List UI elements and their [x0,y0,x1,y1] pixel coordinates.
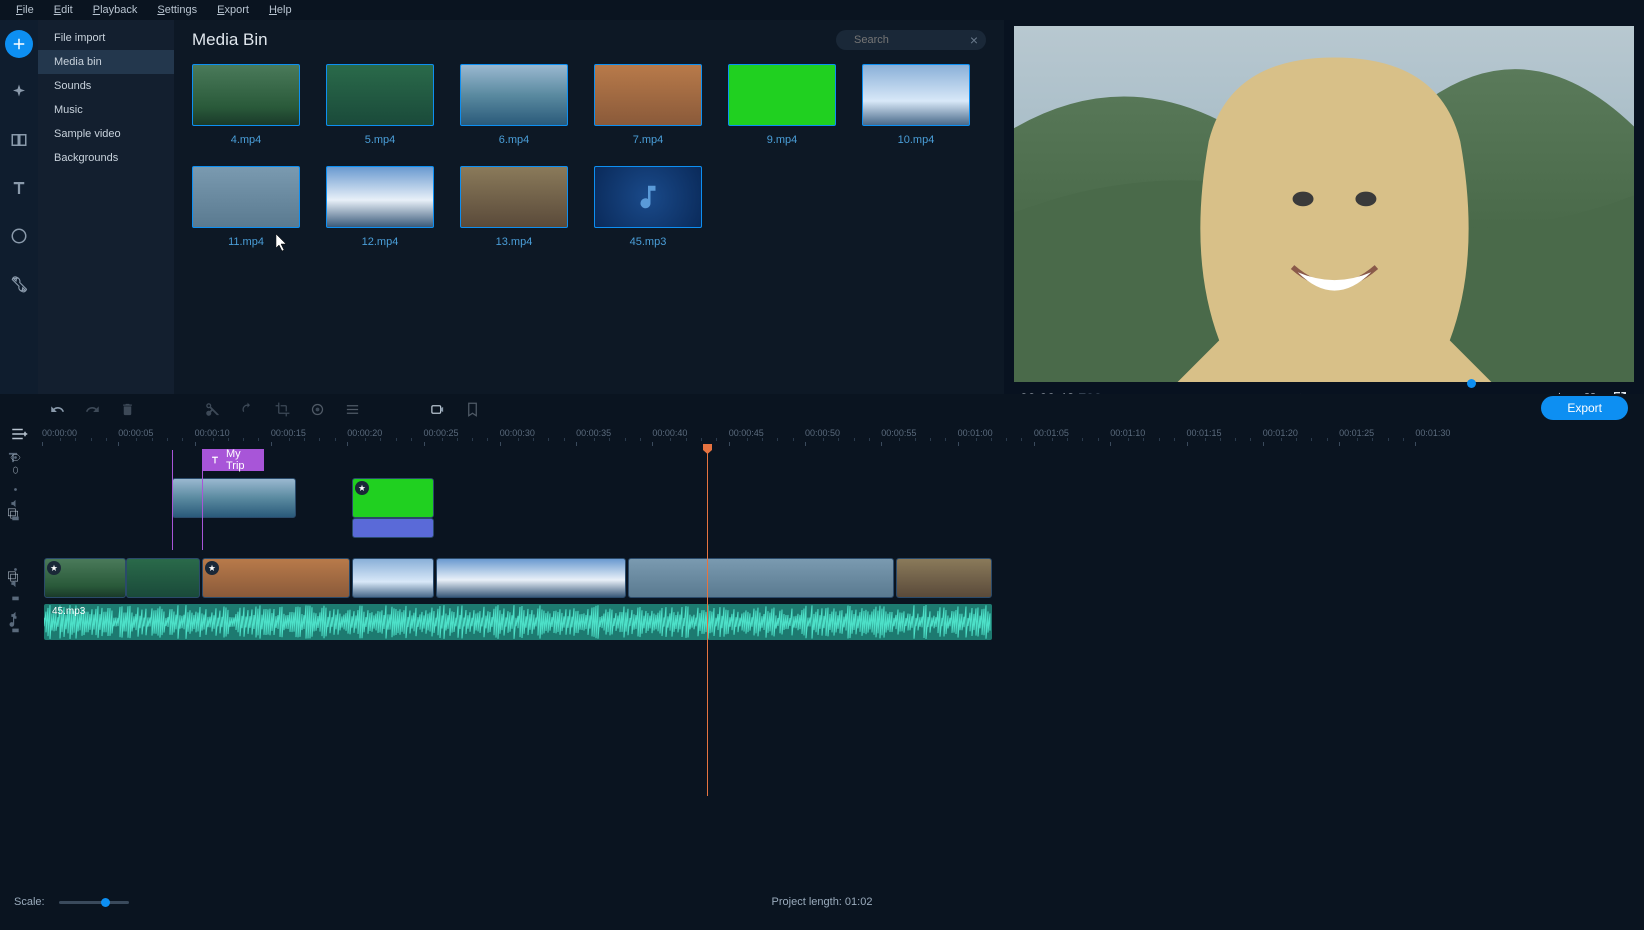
project-length: Project length: 01:02 [772,896,873,908]
thumb-7[interactable]: 7.mp4 [594,64,702,146]
playhead[interactable] [707,446,708,796]
sidebar-item-file-import[interactable]: File import [38,26,174,50]
sidebar-item-media-bin[interactable]: Media bin [38,50,174,74]
thumb-4[interactable]: 4.mp4 [192,64,300,146]
record-icon[interactable] [430,402,445,417]
video-clip-7[interactable] [896,558,992,598]
thumb-12[interactable]: 12.mp4 [326,166,434,248]
rotate-icon[interactable] [240,402,255,417]
overlay-clip-2[interactable] [352,478,434,518]
cut-icon[interactable] [205,402,220,417]
timeline-ruler[interactable]: 00:00:0000:00:0500:00:1000:00:1500:00:20… [42,424,1644,442]
overlay-clip-1[interactable] [172,478,296,518]
scale-label: Scale: [14,896,45,908]
timeline-toolbar: Export [0,394,1644,424]
sidebar-item-sounds[interactable]: Sounds [38,74,174,98]
thumb-5[interactable]: 5.mp4 [326,64,434,146]
video-clip-4[interactable] [352,558,434,598]
rail-import-icon[interactable] [5,30,33,58]
thumb-9[interactable]: 9.mp4 [728,64,836,146]
marker-icon[interactable] [465,402,480,417]
sidebar: File import Media bin Sounds Music Sampl… [38,20,174,394]
media-grid: 4.mp4 5.mp4 6.mp4 7.mp4 9.mp4 10.mp4 11.… [192,64,986,248]
menu-export[interactable]: Export [207,2,259,18]
menu-help[interactable]: Help [259,2,302,18]
redo-icon[interactable] [85,402,100,417]
sidebar-item-sample-video[interactable]: Sample video [38,122,174,146]
video-track[interactable] [42,558,1644,600]
star-icon [355,481,369,495]
audio-track[interactable]: 45.mp3 [42,604,1644,644]
bottom-bar: Scale: Project length: 01:02 [0,890,1644,914]
properties-icon[interactable] [345,402,360,417]
timeline: 00:00:0000:00:0500:00:1000:00:1500:00:20… [0,424,1644,914]
menu-edit[interactable]: Edit [44,2,83,18]
video-clip-3[interactable] [202,558,350,598]
cursor-icon [276,234,290,252]
panel-title: Media Bin [192,30,268,50]
thumb-10[interactable]: 10.mp4 [862,64,970,146]
delete-icon[interactable] [120,402,135,417]
sidebar-item-music[interactable]: Music [38,98,174,122]
preview-screen[interactable] [1014,26,1634,382]
thumb-6[interactable]: 6.mp4 [460,64,568,146]
tool-rail [0,20,38,394]
scale-slider[interactable] [59,901,129,904]
video-clip-1[interactable] [44,558,126,598]
title-track[interactable]: My Trip [42,446,1644,474]
title-clip[interactable]: My Trip [202,449,264,471]
menu-settings[interactable]: Settings [147,2,207,18]
menubar: File Edit Playback Settings Export Help [0,0,1644,20]
undo-icon[interactable] [50,402,65,417]
export-button[interactable]: Export [1541,396,1628,420]
overlay-clip-2-audio[interactable] [352,518,434,538]
video-clip-2[interactable] [126,558,200,598]
crop-icon[interactable] [275,402,290,417]
media-panel: Media Bin × 4.mp4 5.mp4 6.mp4 7.mp4 9.mp… [174,20,1004,394]
preview-panel: 00:00:43.700 16:9 ⌄ [1004,20,1644,394]
thumb-13[interactable]: 13.mp4 [460,166,568,248]
overlay-track[interactable] [42,478,1644,554]
menu-file[interactable]: File [6,2,44,18]
video-clip-6[interactable] [628,558,894,598]
add-track-icon[interactable] [10,425,28,443]
search-box[interactable]: × [836,30,986,50]
rail-tools-icon[interactable] [5,270,33,298]
video-clip-5[interactable] [436,558,626,598]
rail-stickers-icon[interactable] [5,222,33,250]
menu-playback[interactable]: Playback [83,2,148,18]
search-clear-icon[interactable]: × [970,32,978,48]
audio-clip[interactable]: 45.mp3 [44,604,992,640]
sidebar-item-backgrounds[interactable]: Backgrounds [38,146,174,170]
thumb-45[interactable]: 45.mp3 [594,166,702,248]
rail-transitions-icon[interactable] [5,126,33,154]
color-icon[interactable] [310,402,325,417]
rail-filters-icon[interactable] [5,78,33,106]
rail-titles-icon[interactable] [5,174,33,202]
